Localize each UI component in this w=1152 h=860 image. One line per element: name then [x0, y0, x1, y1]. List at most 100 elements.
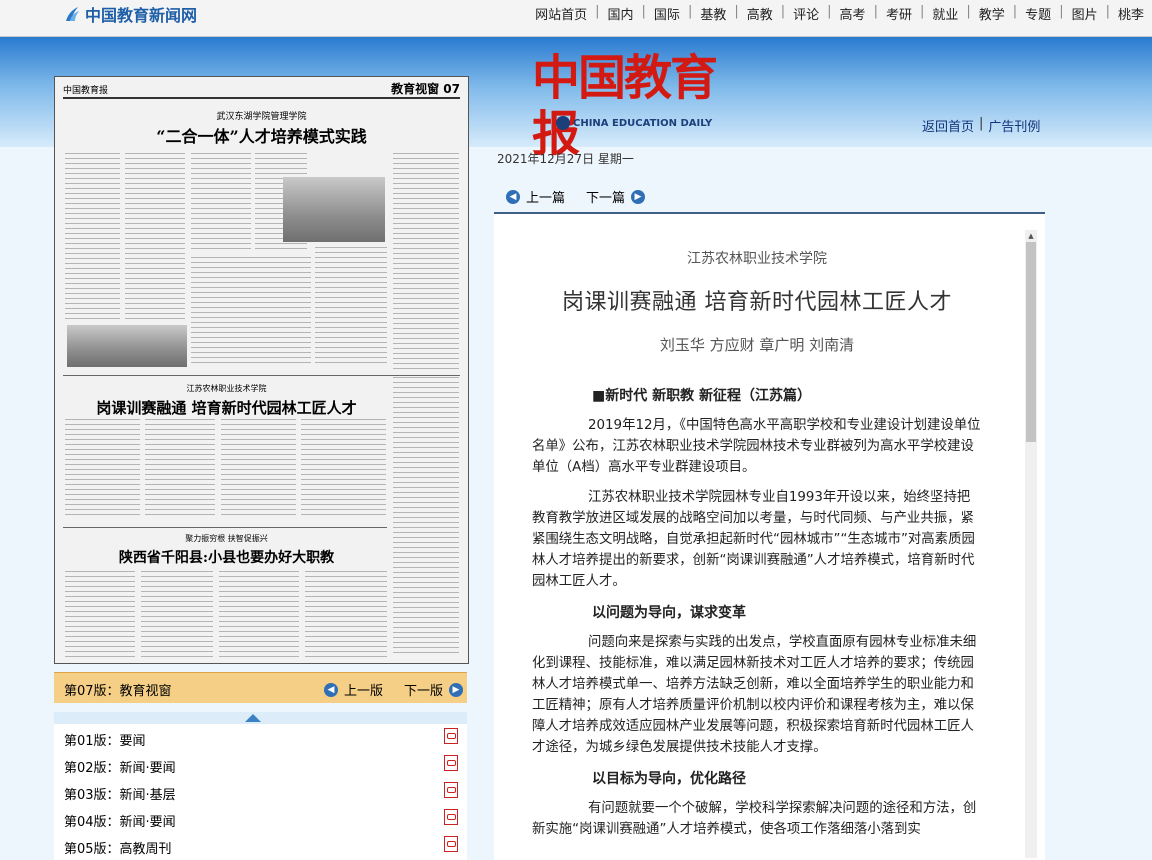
- paper-text-column: [191, 153, 251, 253]
- nav-divider: |: [873, 4, 878, 19]
- link-divider: |: [979, 116, 984, 131]
- pdf-icon[interactable]: [444, 809, 458, 825]
- article-authors: 刘玉华 方应财 章广明 刘南清: [659, 336, 855, 354]
- nav-item-kaoyan[interactable]: 考研: [886, 4, 912, 23]
- nav-item-domestic[interactable]: 国内: [608, 4, 634, 23]
- paper-text-column: [125, 153, 185, 323]
- header-links: 返回首页 | 广告刊例: [922, 116, 1040, 135]
- pdf-icon[interactable]: [444, 836, 458, 852]
- list-item-label: 第02版：新闻·要闻: [64, 761, 176, 776]
- list-item[interactable]: 第03版：新闻·基层: [54, 778, 467, 805]
- list-item[interactable]: 第04版：新闻·要闻: [54, 805, 467, 832]
- nav-item-commentary[interactable]: 评论: [793, 4, 819, 23]
- prev-page-label: 上一版: [344, 684, 384, 699]
- paper-text-column: [393, 153, 459, 373]
- triangle-up-icon: [245, 714, 261, 722]
- arrow-left-icon: ◀: [506, 189, 520, 204]
- paper-section-label: 教育视窗 07: [391, 82, 460, 96]
- pdf-icon[interactable]: [444, 728, 458, 744]
- nav-item-pictures[interactable]: 图片: [1072, 4, 1098, 23]
- paper-text-column: [65, 571, 135, 657]
- pdf-icon[interactable]: [444, 782, 458, 798]
- scroll-up-icon[interactable]: ▲: [1025, 230, 1037, 242]
- nav-divider: |: [595, 4, 600, 19]
- nav-divider: |: [734, 4, 739, 19]
- nav-divider: |: [1059, 4, 1064, 19]
- back-home-link[interactable]: 返回首页: [922, 116, 974, 135]
- logo-c-icon: [556, 116, 570, 130]
- arrow-right-icon: ▶: [449, 682, 464, 697]
- paper-text-column: [219, 571, 299, 657]
- arrow-right-icon: ▶: [631, 189, 646, 204]
- list-item-label: 第03版：新闻·基层: [64, 788, 176, 803]
- article-scrollbar[interactable]: ▲: [1025, 230, 1037, 858]
- next-page-button[interactable]: 下一版 ▶: [404, 680, 464, 699]
- logo-en-text: CHINA EDUCATION DAILY: [573, 117, 713, 129]
- paper-masthead: 中国教育报: [63, 86, 109, 96]
- paper-photo: [283, 177, 385, 242]
- scrollbar-thumb[interactable]: [1026, 242, 1036, 442]
- nav-item-topics[interactable]: 专题: [1025, 4, 1051, 23]
- paper-text-column: [65, 153, 120, 323]
- paper-headline1: “二合一体”人才培养模式实践: [156, 127, 367, 146]
- paper-text-column: [191, 257, 311, 367]
- article-nav: ◀ 上一篇 下一篇 ▶: [494, 178, 1045, 214]
- article-paragraph: 问题向来是探索与实践的出发点，学校直面原有园林专业标准未细化到课程、技能标准，难…: [532, 635, 977, 755]
- paper-page-header: 中国教育报 教育视窗 07: [63, 82, 460, 99]
- article-paragraph: 江苏农林职业技术学院园林专业自1993年开设以来，始终坚持把教育教学放进区域发展…: [532, 490, 975, 589]
- page-list: 第01版：要闻 第02版：新闻·要闻 第03版：新闻·基层 第04版：新闻·要闻…: [54, 712, 467, 860]
- list-item-label: 第01版：要闻: [64, 734, 146, 749]
- nav-item-international[interactable]: 国际: [654, 4, 680, 23]
- site-nav: 网站首页 | 国内 | 国际 | 基教 | 高教 | 评论 | 高考 | 考研 | 就业 | 教学…: [535, 4, 1144, 23]
- next-article-label: 下一篇: [586, 191, 626, 206]
- paper-photo: [67, 325, 187, 367]
- nav-divider: |: [966, 4, 971, 19]
- page-version-bar: 第07版：教育视窗 ◀ 上一版 下一版 ▶: [54, 672, 467, 703]
- list-item[interactable]: 第05版：高教周刊: [54, 832, 467, 859]
- paper-divider: [63, 375, 460, 376]
- article-body: 江苏农林职业技术学院 岗课训赛融通 培育新时代园林工匠人才 刘玉华 方应财 章广…: [532, 248, 982, 840]
- article-panel: ◀ 上一篇 下一篇 ▶ ▲ 江苏农林职业技术学院 岗课训赛融通 培育新时代园林工…: [494, 178, 1045, 860]
- paper-headline2-sub: 江苏农林职业技术学院: [186, 384, 267, 393]
- ad-rates-link[interactable]: 广告刊例: [988, 116, 1040, 135]
- nav-item-jobs[interactable]: 就业: [932, 4, 958, 23]
- list-item[interactable]: 第01版：要闻: [54, 724, 467, 751]
- prev-page-button[interactable]: ◀ 上一版: [324, 680, 383, 699]
- nav-item-higher-education[interactable]: 高教: [747, 4, 773, 23]
- nav-item-teaching[interactable]: 教学: [979, 4, 1005, 23]
- paper-text-column: [221, 419, 296, 519]
- nav-divider: |: [919, 4, 925, 19]
- list-item-label: 第04版：新闻·要闻: [64, 815, 176, 830]
- prev-article-label: 上一篇: [526, 191, 566, 206]
- newspaper-logo-subtitle: CHINA EDUCATION DAILY: [556, 116, 712, 130]
- current-version-label: 第07版：教育视窗: [64, 684, 172, 699]
- nav-item-basic-education[interactable]: 基教: [700, 4, 726, 23]
- article-paragraph: 2019年12月，《中国特色高水平高职学校和专业建设计划建设单位名单》公布，江苏…: [532, 418, 981, 475]
- nav-item-home[interactable]: 网站首页: [535, 4, 587, 23]
- list-item-label: 第05版：高教周刊: [64, 842, 172, 857]
- prev-article-button[interactable]: ◀ 上一篇: [506, 187, 565, 206]
- nav-divider: |: [1105, 4, 1110, 19]
- next-article-button[interactable]: 下一篇 ▶: [586, 187, 646, 206]
- article-subheading: 以目标为导向，优化路径: [592, 771, 746, 787]
- site-name: 中国教育新闻网: [85, 6, 198, 25]
- site-logo[interactable]: 中国教育新闻网: [62, 3, 197, 25]
- paper-headline2: 岗课训赛融通 培育新时代园林工匠人才: [96, 399, 357, 417]
- nav-item-gaokao[interactable]: 高考: [840, 4, 866, 23]
- top-bar: 中国教育新闻网 网站首页 | 国内 | 国际 | 基教 | 高教 | 评论 | 高考 | 考研…: [0, 0, 1152, 37]
- list-item[interactable]: 第02版：新闻·要闻: [54, 751, 467, 778]
- nav-divider: |: [641, 4, 646, 19]
- arrow-left-icon: ◀: [324, 682, 338, 697]
- pdf-icon[interactable]: [444, 755, 458, 771]
- newspaper-logo-text: 中国教育报: [532, 50, 718, 162]
- nav-divider: |: [1012, 4, 1018, 19]
- paper-text-column: [393, 377, 459, 657]
- newspaper-logo: 中国教育报 CHINA EDUCATION DAILY: [530, 50, 730, 162]
- newspaper-page-image[interactable]: 中国教育报 教育视窗 07 武汉东湖学院管理学院 “二合一体”人才培养模式实践 …: [54, 76, 469, 664]
- article-subheading: 以问题为导向，谋求变革: [592, 605, 746, 621]
- list-scroll-up[interactable]: [54, 712, 467, 724]
- issue-date: 2021年12月27日 星期一: [497, 152, 634, 166]
- article-column-heading: ■新时代 新职教 新征程（江苏篇）: [592, 388, 811, 404]
- paper-text-column: [141, 571, 213, 657]
- nav-item-taoli[interactable]: 桃李: [1118, 4, 1144, 23]
